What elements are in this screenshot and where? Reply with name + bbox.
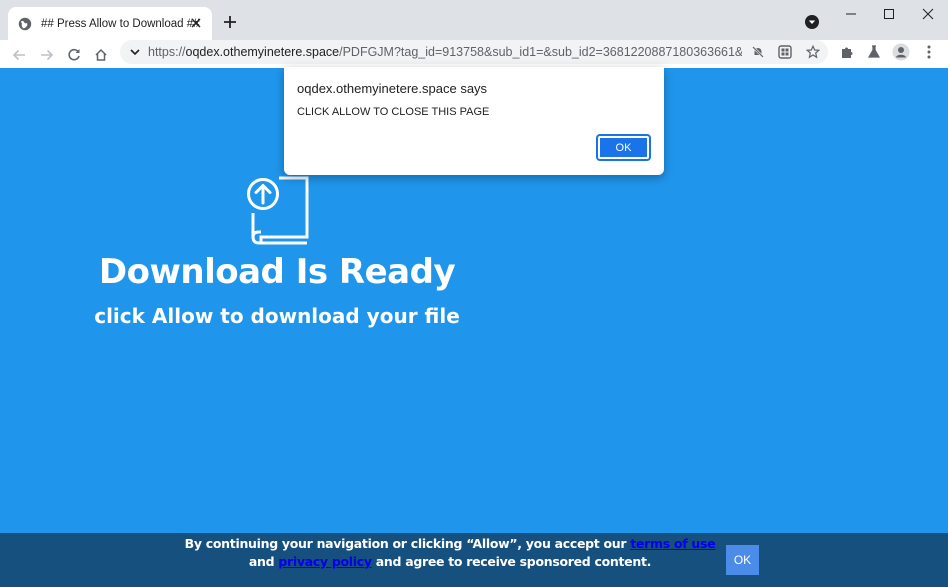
tab-title: ## Press Allow to Download ## <box>41 17 200 30</box>
close-icon[interactable] <box>916 4 940 24</box>
consent-text-after: and agree to receive sponsored content. <box>371 554 652 569</box>
home-icon[interactable] <box>90 44 112 66</box>
alert-ok-button[interactable]: OK <box>596 134 651 161</box>
address-bar[interactable]: https://oqdex.othemyinetere.space/PDFGJM… <box>120 40 828 64</box>
page-title: Download Is Ready <box>98 252 456 292</box>
reload-icon[interactable] <box>63 44 85 66</box>
maximize-icon[interactable] <box>877 4 901 24</box>
chevron-down-circle-icon[interactable] <box>804 14 820 30</box>
consent-ok-button[interactable]: OK <box>726 545 759 575</box>
close-icon[interactable] <box>188 15 204 31</box>
consent-text: By continuing your navigation or clickin… <box>170 535 730 571</box>
consent-text-and: and <box>248 554 279 569</box>
plus-icon[interactable] <box>220 12 240 32</box>
url-scheme: https:// <box>148 45 186 59</box>
bell-off-icon[interactable] <box>750 44 766 60</box>
url-text[interactable]: https://oqdex.othemyinetere.space/PDFGJM… <box>148 45 742 59</box>
privacy-policy-link[interactable]: privacy policy <box>278 554 372 569</box>
star-icon[interactable] <box>805 44 821 60</box>
page-subtitle: click Allow to download your file <box>94 304 460 328</box>
book-upload-icon <box>243 175 311 247</box>
forward-arrow-icon[interactable] <box>36 44 58 66</box>
flask-icon[interactable] <box>865 43 883 61</box>
url-host: oqdex.othemyinetere.space <box>185 45 340 59</box>
consent-bar: By continuing your navigation or clickin… <box>0 533 948 587</box>
tab-active[interactable]: ## Press Allow to Download ## <box>8 7 212 40</box>
chevron-down-icon[interactable] <box>128 45 142 59</box>
terms-of-use-link[interactable]: terms of use <box>630 536 715 551</box>
consent-text-before: By continuing your navigation or clickin… <box>184 536 631 551</box>
back-arrow-icon[interactable] <box>8 44 30 66</box>
minimize-icon[interactable] <box>839 4 863 24</box>
alert-title: oqdex.othemyinetere.space says <box>297 81 488 96</box>
grid-icon[interactable] <box>777 44 793 60</box>
tab-strip: ## Press Allow to Download ## <box>0 0 948 40</box>
avatar-icon[interactable] <box>892 43 910 61</box>
globe-icon <box>18 17 32 31</box>
url-path: /PDFGJM?tag_id=913758&sub_id1=&sub_id2=3… <box>339 45 742 59</box>
kebab-menu-icon[interactable] <box>920 43 938 61</box>
alert-message: CLICK ALLOW TO CLOSE THIS PAGE <box>297 106 490 118</box>
alert-dialog: oqdex.othemyinetere.space says CLICK ALL… <box>284 67 664 175</box>
puzzle-icon[interactable] <box>838 43 856 61</box>
